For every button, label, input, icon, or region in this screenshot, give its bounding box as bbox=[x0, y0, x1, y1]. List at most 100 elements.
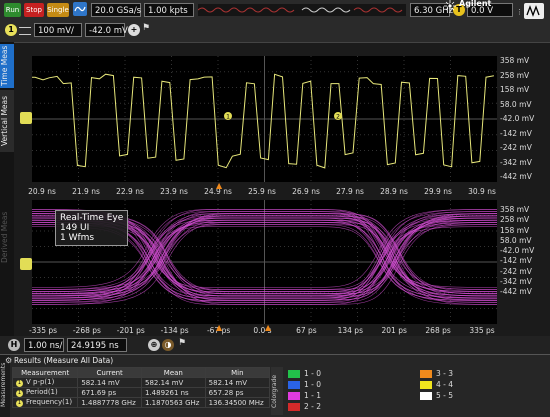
colorgrade-item: 1 - 0 bbox=[288, 380, 321, 390]
eye-trigger-marker-2: ▲ bbox=[265, 323, 272, 332]
reference-icon[interactable]: ◑ bbox=[162, 339, 174, 351]
waveform-y-tick: -442 mV bbox=[500, 172, 532, 181]
measurement-value: 1.489261 ns bbox=[141, 387, 206, 398]
add-channel-icon[interactable]: + bbox=[128, 24, 140, 36]
eye-y-tick: -42.0 mV bbox=[500, 246, 535, 255]
single-button[interactable]: Single bbox=[47, 3, 69, 17]
coupling-icon bbox=[19, 27, 31, 35]
channel-1-badge-small: 1 bbox=[16, 400, 23, 407]
results-panel: Measurements Results (Measure All Data) … bbox=[0, 354, 550, 417]
timebase-scale-field[interactable]: 1.00 ns/ bbox=[24, 338, 64, 352]
channel-scale-field[interactable]: 100 mV/ bbox=[34, 23, 82, 37]
results-table: Measurement Current Mean Min 1V p-p(1) 582.1… bbox=[11, 367, 271, 408]
brand-logo: Agilent bbox=[459, 0, 492, 8]
colorgrade-item: 1 - 1 bbox=[288, 391, 321, 401]
waveform-y-tick: 358 mV bbox=[500, 56, 530, 65]
waveform-y-tick: 258 mV bbox=[500, 70, 530, 80]
eye-y-tick: -142 mV bbox=[500, 256, 532, 266]
waveform-y-tick: -42.0 mV bbox=[500, 114, 535, 123]
waveform-x-tick: 23.9 ns bbox=[160, 187, 188, 196]
stop-button[interactable]: Stop bbox=[24, 3, 44, 17]
measurement-value: 1.4887778 GHz bbox=[77, 397, 142, 408]
eye-x-tick: -134 ps bbox=[160, 326, 189, 335]
measurement-name: 1 Period(1) bbox=[11, 387, 79, 398]
colorgrade-swatch bbox=[420, 381, 432, 389]
results-row[interactable]: 1V p-p(1) 582.14 mV 582.14 mV 582.14 mV bbox=[11, 377, 271, 388]
results-row[interactable]: 1 Frequency(1) 1.4887778 GHz 1.1870563 GHz 1… bbox=[11, 397, 271, 408]
waveform-y-tick: -342 mV bbox=[500, 157, 532, 167]
autoscale-wave-icon bbox=[74, 6, 86, 12]
eye-x-tick: 134 ps bbox=[337, 326, 363, 335]
results-row[interactable]: 1 Period(1) 671.69 ps 1.489261 ns 657.28 ps bbox=[11, 387, 271, 398]
waveform-y-tick: 58.0 mV bbox=[500, 99, 532, 109]
colorgrade-range: 2 - 2 bbox=[304, 402, 322, 411]
eye-y-tick: -442 mV bbox=[500, 287, 532, 296]
overflow-icon[interactable]: ⋮ bbox=[516, 8, 523, 16]
waveform-graticule[interactable]: 12 bbox=[32, 56, 497, 182]
colorgrade-swatch bbox=[288, 370, 300, 378]
flag-icon[interactable]: ⚑ bbox=[142, 23, 150, 33]
waveform-x-tick: 30.9 ns bbox=[468, 187, 496, 196]
colorgrade-swatch bbox=[420, 392, 432, 400]
eye-x-tick: 335 ps bbox=[469, 326, 495, 335]
waveform-x-tick: 20.9 ns bbox=[28, 187, 56, 196]
waveform-overview[interactable] bbox=[198, 4, 406, 16]
channel-1-ground-marker[interactable] bbox=[20, 112, 32, 124]
run-button[interactable]: Run bbox=[4, 3, 21, 17]
eye-y-tick: -342 mV bbox=[500, 276, 532, 286]
measurement-marker-label: 1 bbox=[226, 114, 230, 121]
colorgrade-swatch bbox=[288, 403, 300, 411]
autoscale-icon[interactable] bbox=[73, 2, 87, 16]
eye-ground-marker[interactable] bbox=[20, 258, 32, 270]
results-gear-icon[interactable]: ⚙ bbox=[5, 356, 12, 365]
eye-trigger-marker-1: ▲ bbox=[216, 323, 223, 332]
zoom-icon[interactable]: ⊕ bbox=[148, 339, 160, 351]
waveform-x-tick: 27.9 ns bbox=[336, 187, 364, 196]
measurement-label: V p-p(1) bbox=[26, 378, 55, 386]
eye-x-tick: 67 ps bbox=[296, 326, 317, 335]
eye-legend: Real-Time Eye 149 UI 1 Wfms bbox=[55, 210, 129, 246]
colorgrade-range: 1 - 0 bbox=[304, 369, 322, 378]
eye-legend-wfms: 1 Wfms bbox=[60, 233, 95, 243]
measurement-value: 136.34500 MHz bbox=[204, 397, 271, 408]
sample-rate-field[interactable]: 20.0 GSa/s bbox=[91, 3, 141, 17]
eye-x-tick: 0.0 s bbox=[253, 326, 272, 335]
waveform-y-tick: 158 mV bbox=[500, 85, 530, 94]
measurement-value: 1.1870563 GHz bbox=[141, 397, 206, 408]
waveform-x-tick: 28.9 ns bbox=[380, 187, 408, 196]
results-column-header[interactable]: Current bbox=[77, 367, 142, 378]
results-column-header[interactable]: Measurement bbox=[11, 367, 79, 378]
measurement-label: Period(1) bbox=[26, 388, 58, 396]
eye-y-tick: 158 mV bbox=[500, 225, 530, 235]
results-column-header[interactable]: Mean bbox=[141, 367, 206, 378]
timebase-position-field[interactable]: 24.9195 ns bbox=[67, 338, 127, 352]
colorgrade-item: 5 - 5 bbox=[420, 391, 453, 401]
autoscale-button[interactable] bbox=[524, 3, 544, 19]
colorgrade-swatch bbox=[288, 392, 300, 400]
channel-1-badge[interactable]: 1 bbox=[5, 24, 17, 36]
colorgrade-range: 1 - 0 bbox=[304, 380, 322, 389]
measurement-value: 582.14 mV bbox=[141, 377, 206, 388]
horizontal-badge[interactable]: H bbox=[8, 339, 20, 351]
waveform-y-tick: -142 mV bbox=[500, 128, 532, 138]
colorgrade-swatch bbox=[420, 370, 432, 378]
channel-1-trace bbox=[32, 73, 494, 169]
eye-y-tick: 258 mV bbox=[500, 215, 530, 225]
waveform-x-tick: 26.9 ns bbox=[292, 187, 320, 196]
tab-derived-meas[interactable]: Derived Meas bbox=[0, 192, 14, 282]
measurement-value: 582.14 mV bbox=[204, 377, 271, 388]
timebase-flag-icon[interactable]: ⚑ bbox=[178, 338, 186, 348]
colorgrade-item: 2 - 2 bbox=[288, 402, 321, 412]
colorgrade-range: 3 - 3 bbox=[436, 369, 454, 378]
memory-depth-field[interactable]: 1.00 kpts bbox=[144, 3, 194, 17]
measurement-name: 1 Frequency(1) bbox=[11, 397, 79, 408]
results-column-header[interactable]: Min bbox=[204, 367, 271, 378]
tab-time-meas[interactable]: Time Meas bbox=[0, 44, 14, 88]
colorgrade-swatch bbox=[288, 381, 300, 389]
measurement-label: Frequency(1) bbox=[26, 398, 73, 406]
tab-vertical-meas[interactable]: Vertical Meas bbox=[0, 90, 14, 152]
channel-offset-field[interactable]: -42.0 mV bbox=[85, 23, 128, 37]
channel-1-badge-small: 1 bbox=[16, 380, 23, 387]
waveform-x-tick: 29.9 ns bbox=[424, 187, 452, 196]
colorgrade-range: 1 - 1 bbox=[304, 391, 322, 400]
